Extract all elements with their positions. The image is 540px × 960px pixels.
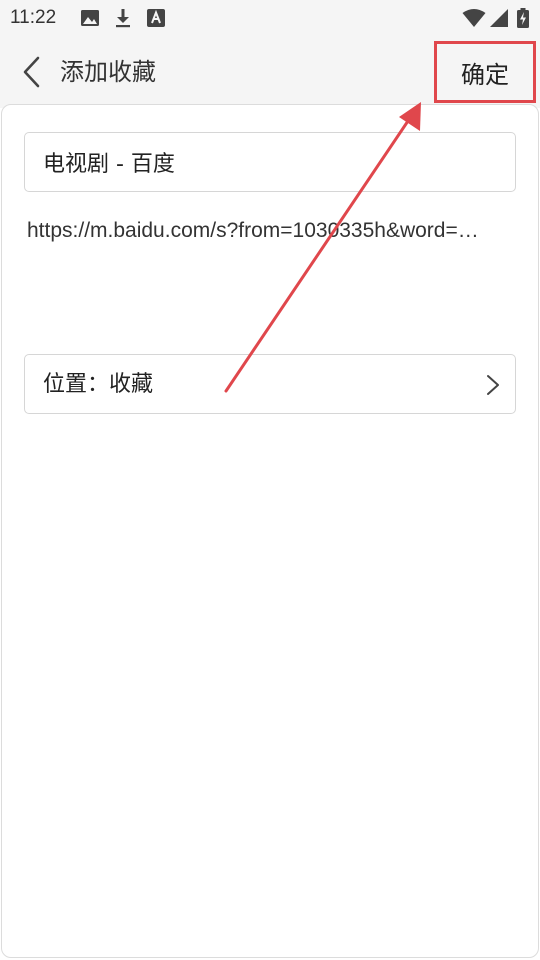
status-bar: 11:22 — [0, 0, 540, 36]
back-button[interactable] — [12, 52, 52, 92]
image-icon — [81, 10, 99, 26]
battery-charging-icon — [517, 8, 529, 28]
bookmark-title-input[interactable] — [24, 132, 516, 192]
chevron-left-icon — [23, 56, 40, 88]
font-a-icon — [147, 9, 165, 27]
location-label: 位置：收藏 — [43, 372, 154, 397]
download-icon — [116, 9, 130, 28]
location-selector[interactable]: 位置：收藏 — [24, 354, 516, 414]
status-time: 11:22 — [10, 7, 57, 28]
page-title: 添加收藏 — [60, 58, 156, 86]
bookmark-url: https://m.baidu.com/s?from=1030335h&word… — [27, 219, 497, 242]
header-bar: 添加收藏 确定 — [0, 36, 540, 108]
confirm-button[interactable]: 确定 — [434, 41, 536, 103]
signal-icon — [490, 9, 508, 27]
wifi-icon — [462, 9, 486, 27]
chevron-right-icon — [487, 375, 499, 395]
